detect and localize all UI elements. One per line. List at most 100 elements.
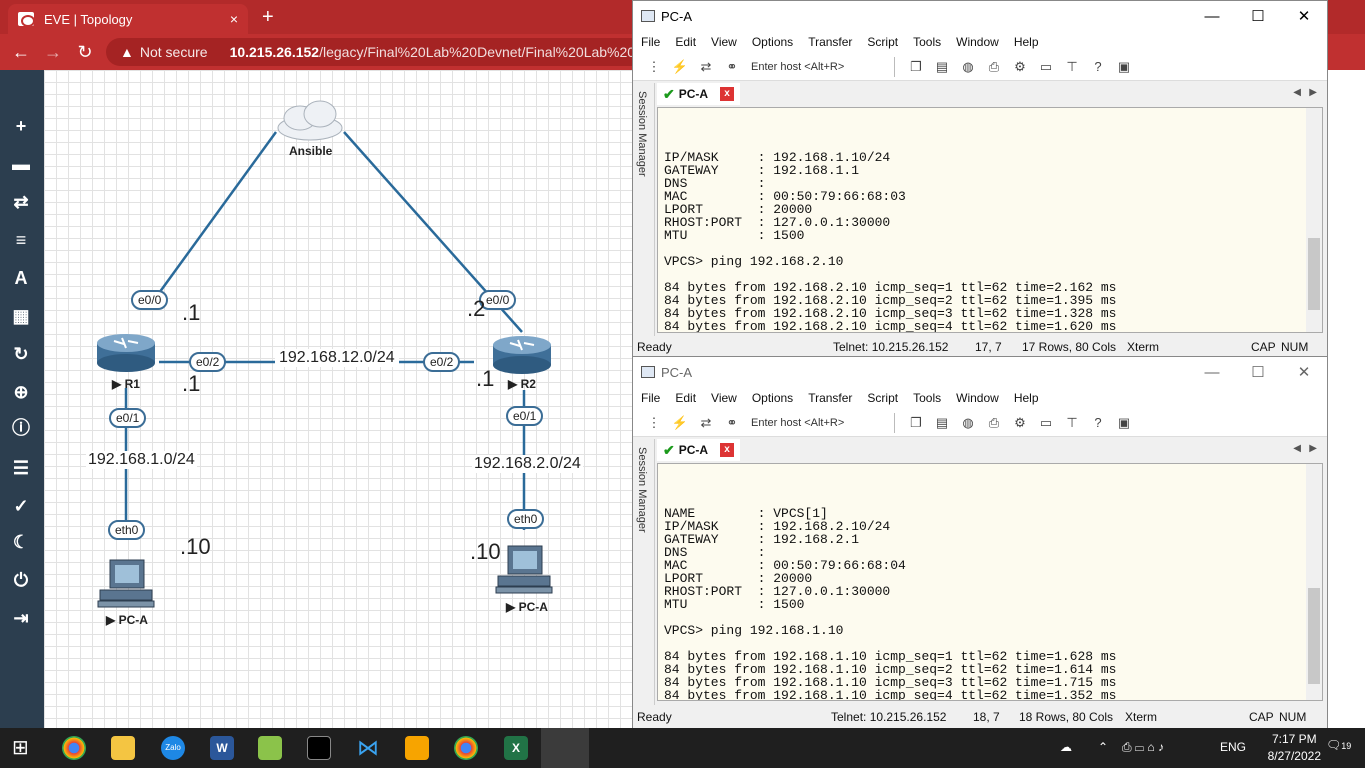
dark-mode-icon[interactable]: ☾ [9,530,33,554]
connect-icon[interactable]: ⋮ [643,59,665,75]
paste-icon[interactable]: ▤ [931,59,953,75]
topology-canvas[interactable]: Ansible ▶ R1 ▶ R2 ▶ PC-A ▶ PC-A e0/0 e0/… [44,70,632,728]
cloud-name[interactable]: Ansible [289,144,332,158]
iface-r1-e02[interactable]: e0/2 [189,352,227,372]
session-tab[interactable]: ✔ PC-A x [657,83,741,105]
word-icon[interactable]: W [210,736,234,760]
menu-window[interactable]: Window [956,35,999,49]
maximize-icon[interactable]: ☐ [1235,363,1281,381]
pc1-name[interactable]: ▶ PC-A [106,613,148,627]
securecrt-window-bottom[interactable]: PC-A — ☐ ✕ File Edit View Options Transf… [632,356,1328,728]
info-icon[interactable]: ⓘ [9,416,33,440]
networks-icon[interactable]: ⇄ [9,190,33,214]
securecrt-taskbar-icon[interactable] [541,728,589,768]
print-icon[interactable]: ⎙ [983,415,1005,431]
menu-help[interactable]: Help [1014,391,1039,405]
menu-options[interactable]: Options [752,35,793,49]
r1-name[interactable]: ▶ R1 [112,377,140,391]
menu-options[interactable]: Options [752,391,793,405]
zalo-icon[interactable]: Zalo [161,736,185,760]
settings-icon[interactable]: ⚙ [1009,59,1031,75]
zoom-icon[interactable]: ⊕ [9,380,33,404]
add-icon[interactable]: + [9,114,33,138]
tab-scroll-arrows[interactable]: ◀ ▶ [1293,443,1317,454]
copy-icon[interactable]: ❐ [905,415,927,431]
terminal-scrollbar[interactable] [1306,464,1322,700]
paste-icon[interactable]: ▤ [931,415,953,431]
iface-pc2-eth0[interactable]: eth0 [507,509,545,529]
notepad-plus-icon[interactable] [258,736,282,760]
power-icon[interactable]: ⏻ [9,568,33,592]
session-tab[interactable]: ✔ PC-A x [657,439,741,461]
window-titlebar[interactable]: PC-A — ☐ ✕ [633,1,1327,31]
startup-configs-icon[interactable]: ≡ [9,228,33,252]
link-icon[interactable]: ⚭ [721,415,743,431]
back-arrow-icon[interactable]: ← [10,42,32,63]
terminal-scrollbar[interactable] [1306,108,1322,332]
close-icon[interactable]: ✕ [1281,7,1327,25]
maximize-icon[interactable]: ☐ [1235,7,1281,25]
reload-icon[interactable]: ↻ [74,42,96,63]
menu-file[interactable]: File [641,35,660,49]
menu-transfer[interactable]: Transfer [808,35,852,49]
window-titlebar[interactable]: PC-A — ☐ ✕ [633,357,1327,387]
weather-icon[interactable]: ☁ [1060,740,1072,754]
host-input[interactable]: Enter host <Alt+R> [747,56,895,77]
help-icon[interactable]: ? [1087,415,1109,430]
menu-view[interactable]: View [711,391,737,405]
pc2-name[interactable]: ▶ PC-A [506,600,548,614]
menu-transfer[interactable]: Transfer [808,391,852,405]
logout-icon[interactable]: ⇥ [9,606,33,630]
refresh-icon[interactable]: ↻ [9,342,33,366]
text-icon[interactable]: A [9,266,33,290]
language-indicator[interactable]: ENG [1220,740,1246,754]
menu-script[interactable]: Script [867,35,898,49]
keymap-icon[interactable]: ▭ [1035,415,1057,431]
iface-r1-e00[interactable]: e0/0 [131,290,169,310]
list-icon[interactable]: ☰ [9,456,33,480]
menu-view[interactable]: View [711,35,737,49]
file-explorer-icon[interactable] [111,736,135,760]
browser-tab[interactable]: EVE | Topology × [8,4,248,34]
menu-window[interactable]: Window [956,391,999,405]
menu-edit[interactable]: Edit [675,391,696,405]
scrollbar-thumb[interactable] [1308,238,1320,310]
tab-scroll-arrows[interactable]: ◀ ▶ [1293,87,1317,98]
forward-arrow-icon[interactable]: → [42,42,64,63]
quick-connect-icon[interactable]: ⚡ [669,59,691,75]
menu-tools[interactable]: Tools [913,391,941,405]
connect-icon[interactable]: ⋮ [643,415,665,431]
sftp-icon[interactable]: ⊤ [1061,415,1083,431]
tray-chevron-icon[interactable]: ⌃ [1098,740,1108,754]
session-icon[interactable]: ▣ [1113,415,1135,431]
clock[interactable]: 7:17 PM 8/27/2022 [1268,731,1321,765]
new-tab-button[interactable]: + [262,6,274,29]
iface-r1-e01[interactable]: e0/1 [109,408,147,428]
menu-edit[interactable]: Edit [675,35,696,49]
session-tab-close-icon[interactable]: x [720,87,735,101]
chrome-profile-icon[interactable] [454,736,478,760]
help-icon[interactable]: ? [1087,59,1109,74]
close-icon[interactable]: ✕ [1281,363,1327,381]
menu-script[interactable]: Script [867,391,898,405]
print-icon[interactable]: ⎙ [983,59,1005,75]
find-icon[interactable]: ◍ [957,415,979,431]
session-manager-panel[interactable]: Session Manager [633,439,655,705]
iface-r2-e01[interactable]: e0/1 [506,406,544,426]
minimize-icon[interactable]: — [1189,8,1235,25]
vscode-icon[interactable]: ⋈ [356,736,380,760]
url-input[interactable]: ▲ Not secure 10.215.26.152 /legacy/Final… [106,38,646,66]
scrollbar-thumb[interactable] [1308,588,1320,684]
keymap-icon[interactable]: ▭ [1035,59,1057,75]
quick-connect-icon[interactable]: ⚡ [669,415,691,431]
chrome-icon[interactable] [62,736,86,760]
link-icon[interactable]: ⚭ [721,59,743,75]
terminal-output[interactable]: NAME : VPCS[1] IP/MASK : 192.168.2.10/24 G… [657,463,1323,701]
check-icon[interactable]: ✓ [9,494,33,518]
windows-start-icon[interactable]: ⊞ [12,736,36,760]
reconnect-icon[interactable]: ⇄ [695,415,717,431]
tab-close-icon[interactable]: × [230,11,238,27]
find-icon[interactable]: ◍ [957,59,979,75]
grid-icon[interactable]: ▦ [9,304,33,328]
session-icon[interactable]: ▣ [1113,59,1135,75]
